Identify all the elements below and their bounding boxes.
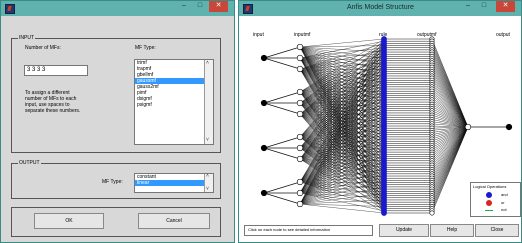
list-item-selected[interactable]: linear <box>135 180 213 186</box>
input-mf-node[interactable] <box>296 43 304 51</box>
input-panel-label: INPUT <box>18 35 35 42</box>
matlab-logo-icon <box>5 4 15 14</box>
legend-title: Logical Operations <box>473 184 507 189</box>
legend-and-label: and <box>501 192 508 197</box>
scroll-up-icon[interactable]: ˄ <box>206 61 209 66</box>
legend-not-label: not <box>501 207 507 212</box>
input-mf-node[interactable] <box>296 88 304 96</box>
output-mf-scrollbar[interactable]: ˄ ˅ <box>204 174 213 192</box>
input-mf-node[interactable] <box>296 99 304 107</box>
scroll-down-icon[interactable]: ˅ <box>206 138 209 143</box>
help-button[interactable]: Help <box>430 224 474 237</box>
anfis-model-structure-window: Anfis Model Structure – □ ✕ input inputm… <box>238 0 522 243</box>
mf-type-list[interactable]: trimf trapmf gbellmf gaussmf gauss2mf pi… <box>134 59 214 145</box>
list-item[interactable]: psigmf <box>135 102 213 108</box>
input-mf-node[interactable] <box>296 110 304 118</box>
input-mf-node[interactable] <box>296 144 304 152</box>
maximize-button[interactable]: □ <box>193 1 207 12</box>
input-mf-node[interactable] <box>296 54 304 62</box>
scroll-up-icon[interactable]: ˄ <box>206 174 209 179</box>
not-legend-line-icon <box>485 210 493 211</box>
mf-hint-line-4: separate these numbers. <box>25 108 81 114</box>
output-mf-type-list[interactable]: constant linear ˄ ˅ <box>134 173 214 193</box>
anfis-options-window: – □ ✕ INPUT Number of MFs: 3 3 3 3 To as… <box>0 0 235 243</box>
status-info-box: Click on each node to see detailed infor… <box>244 225 373 236</box>
minimize-button[interactable]: – <box>177 1 191 12</box>
input-mf-node[interactable] <box>296 133 304 141</box>
logical-operations-legend: Logical Operations and or not <box>470 182 521 217</box>
mf-type-label: MF Type: <box>135 45 156 51</box>
legend-or-label: or <box>501 200 505 205</box>
num-mfs-input[interactable]: 3 3 3 3 <box>24 65 88 76</box>
or-legend-dot-icon <box>486 200 492 206</box>
output-mf-node[interactable] <box>429 210 435 216</box>
input-panel: INPUT Number of MFs: 3 3 3 3 To assign a… <box>11 35 221 153</box>
close-window-button[interactable]: ✕ <box>209 1 228 12</box>
input-node[interactable] <box>260 99 268 107</box>
output-panel-label: OUTPUT <box>18 160 41 167</box>
input-mf-node[interactable] <box>296 155 304 163</box>
close-button[interactable]: Close <box>475 224 519 237</box>
input-mf-node[interactable] <box>296 189 304 197</box>
output-sum-node[interactable] <box>464 123 472 131</box>
scroll-down-icon[interactable]: ˅ <box>206 187 209 192</box>
mf-type-scrollbar[interactable]: ˄ ˅ <box>204 60 213 144</box>
input-mf-node[interactable] <box>296 178 304 186</box>
input-node[interactable] <box>260 144 268 152</box>
cancel-button[interactable]: Cancel <box>138 213 210 229</box>
input-node[interactable] <box>260 189 268 197</box>
title-bar: – □ ✕ <box>1 1 234 16</box>
ok-button[interactable]: OK <box>34 213 104 229</box>
output-panel: OUTPUT MF Type: constant linear ˄ ˅ <box>11 160 221 199</box>
output-node[interactable] <box>505 123 513 131</box>
input-mf-node[interactable] <box>296 200 304 208</box>
input-node[interactable] <box>260 54 268 62</box>
num-mfs-label: Number of MFs: <box>25 45 61 51</box>
and-legend-dot-icon <box>486 192 492 198</box>
update-button[interactable]: Update <box>379 224 429 237</box>
rule-node[interactable] <box>381 210 387 216</box>
input-mf-node[interactable] <box>296 65 304 73</box>
output-mf-type-label: MF Type: <box>102 179 123 185</box>
